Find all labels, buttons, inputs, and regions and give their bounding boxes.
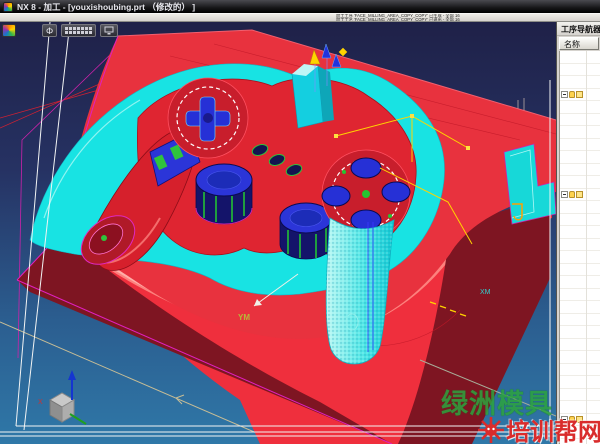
tree-row[interactable]: [560, 51, 600, 64]
tree-row[interactable]: [560, 314, 600, 327]
viewport-toolbar: Φ: [2, 24, 118, 37]
nx-application-window: NX 8 - 加工 - [youxishoubing.prt （修改的） ] 加…: [0, 0, 600, 444]
ym-axis-label: YM: [238, 313, 250, 322]
tree-row[interactable]: [560, 351, 600, 364]
navigator-rows[interactable]: [559, 51, 600, 444]
tree-row[interactable]: [560, 276, 600, 289]
operation-icon2: [576, 191, 583, 198]
tree-row[interactable]: [560, 126, 600, 139]
graphics-viewport[interactable]: Φ: [0, 22, 556, 444]
tree-row[interactable]: [560, 376, 600, 389]
watermark-red: 培训帮网: [477, 412, 600, 444]
title-bar[interactable]: NX 8 - 加工 - [youxishoubing.prt （修改的） ]: [0, 0, 600, 13]
tree-row[interactable]: [560, 139, 600, 152]
expander-icon[interactable]: [561, 91, 568, 98]
display-icon[interactable]: [100, 24, 118, 37]
wcs-x-label: X: [38, 399, 43, 406]
operation-icon: [569, 91, 575, 98]
wcs-triad[interactable]: X: [38, 370, 86, 424]
tree-row[interactable]: [560, 176, 600, 189]
joystick-boss-left[interactable]: [196, 164, 252, 224]
navigator-title: 工序导航器: [557, 22, 600, 36]
name-column-header[interactable]: 名称: [559, 37, 599, 50]
tree-row[interactable]: [560, 164, 600, 177]
xm-axis-label: XM: [480, 289, 491, 296]
status-messages: 加工工序 'FACE_MILLING_AREA_COPY_COPY' 已生成 -…: [336, 14, 542, 22]
3d-model-gamepad-mold[interactable]: YM XM X: [0, 22, 556, 444]
tree-row[interactable]: [560, 339, 600, 352]
watermark-red-text: 培训帮网: [506, 412, 600, 444]
tree-row[interactable]: [560, 114, 600, 127]
sun-logo-icon: [477, 416, 505, 444]
tree-row[interactable]: [560, 264, 600, 277]
keyboard-icon[interactable]: [61, 24, 96, 37]
tree-row[interactable]: [560, 189, 600, 202]
tree-row[interactable]: [560, 64, 600, 77]
d-pad[interactable]: [168, 78, 248, 158]
tree-row[interactable]: [560, 201, 600, 214]
tree-row[interactable]: [560, 251, 600, 264]
nx-app-icon: [3, 2, 13, 12]
tree-row[interactable]: [560, 326, 600, 339]
tree-row[interactable]: [560, 364, 600, 377]
tree-row[interactable]: [560, 389, 600, 402]
diameter-tool-icon[interactable]: Φ: [42, 24, 57, 37]
tree-row[interactable]: [560, 76, 600, 89]
prompt-status-bar: 加工工序 'FACE_MILLING_AREA_COPY_COPY' 已生成 -…: [0, 13, 600, 22]
joystick-boss-right[interactable]: [280, 203, 332, 259]
tree-row[interactable]: [560, 151, 600, 164]
tree-row[interactable]: [560, 289, 600, 302]
tree-row[interactable]: [560, 214, 600, 227]
operation-icon2: [576, 91, 583, 98]
tree-row[interactable]: [560, 89, 600, 102]
tree-row[interactable]: [560, 301, 600, 314]
operation-navigator-panel: 工序导航器 名称: [556, 22, 600, 444]
nx-sphere-icon[interactable]: [2, 24, 16, 37]
operation-icon: [569, 191, 575, 198]
window-title: NX 8 - 加工 - [youxishoubing.prt （修改的） ]: [17, 1, 195, 13]
tree-row[interactable]: [560, 101, 600, 114]
tree-row[interactable]: [560, 239, 600, 252]
tree-row[interactable]: [560, 226, 600, 239]
expander-icon[interactable]: [561, 191, 568, 198]
